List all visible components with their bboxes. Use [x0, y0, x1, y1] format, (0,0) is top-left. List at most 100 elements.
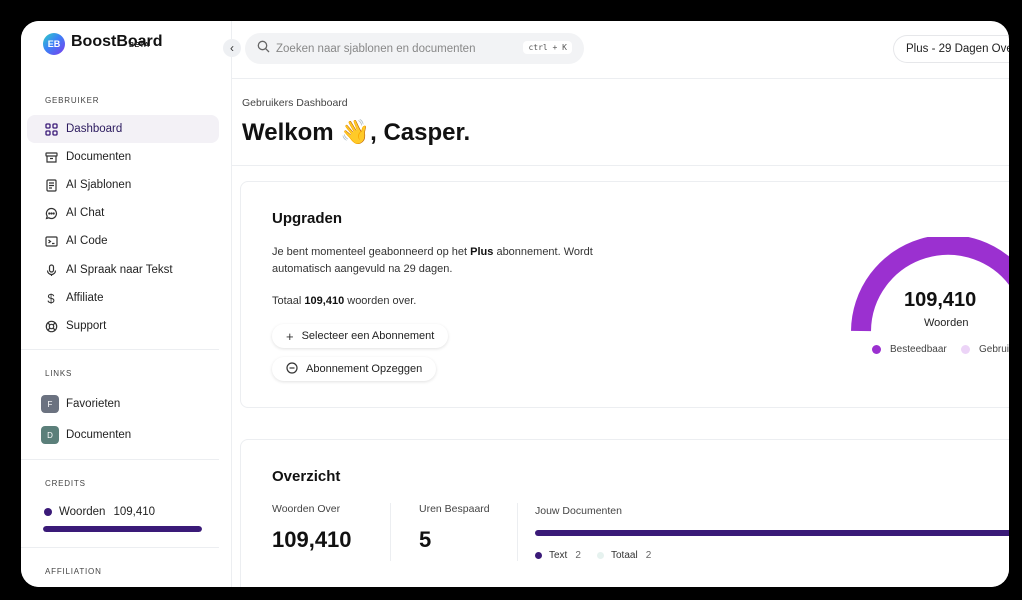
- credits-value: 109,410: [113, 506, 156, 518]
- microphone-icon: [44, 263, 58, 277]
- sidebar-item-label: Affiliate: [66, 292, 104, 304]
- sidebar-item-ai-sjablonen[interactable]: AI Sjablonen: [27, 171, 219, 199]
- sidebar-divider: [21, 547, 219, 548]
- device-frame: EB BoostBoard BETA GEBRUIKER Dashboard D…: [4, 4, 1018, 596]
- sidebar-item-label: AI Spraak naar Tekst: [66, 264, 173, 276]
- documenten-badge: D: [41, 426, 59, 444]
- search-icon: [257, 40, 270, 58]
- sidebar-item-label: Dashboard: [66, 123, 123, 135]
- dollar-icon: $: [47, 290, 55, 306]
- select-subscription-label: Selecteer een Abonnement: [301, 330, 435, 342]
- hours-saved-label: Uren Bespaard: [419, 503, 490, 515]
- cancel-subscription-label: Abonnement Opzeggen: [306, 363, 423, 375]
- legend-text-count: 2: [575, 550, 581, 561]
- app-screen: EB BoostBoard BETA GEBRUIKER Dashboard D…: [21, 21, 1009, 587]
- header-divider: [232, 165, 1009, 166]
- overview-card: Overzicht Woorden Over 109,410 Uren Besp…: [240, 439, 1009, 587]
- legend-spendable: Besteedbaar: [872, 344, 947, 355]
- plan-status-button[interactable]: Plus - 29 Dagen Over: [893, 35, 1009, 63]
- breadcrumb: Gebruikers Dashboard: [242, 97, 348, 109]
- search-bar[interactable]: ctrl + K: [245, 33, 584, 64]
- sidebar-item-label: Support: [66, 320, 107, 332]
- credits-progress-fill: [43, 526, 202, 532]
- collapse-sidebar-button[interactable]: ‹: [223, 39, 241, 57]
- legend-total-count: 2: [645, 550, 652, 561]
- link-label: Favorieten: [66, 398, 121, 410]
- sidebar-item-dashboard[interactable]: Dashboard: [27, 115, 219, 143]
- keyboard-shortcut: ctrl + K: [523, 41, 572, 54]
- sidebar-item-label: AI Code: [66, 235, 108, 247]
- document-icon: [44, 178, 58, 192]
- upgrade-title: Upgraden: [272, 210, 343, 227]
- lifebuoy-icon: [44, 319, 58, 333]
- sidebar: EB BoostBoard BETA GEBRUIKER Dashboard D…: [21, 21, 232, 587]
- credits-label: Woorden: [59, 506, 106, 518]
- total-text-a: Totaal: [272, 295, 305, 307]
- credits-row: Woorden 109,410: [44, 506, 155, 518]
- sidebar-item-affiliate[interactable]: $ Affiliate: [27, 284, 219, 312]
- gauge-label: Woorden: [924, 317, 969, 329]
- sidebar-divider: [21, 459, 219, 460]
- subscription-text-b: abonnement. Wordt: [493, 246, 593, 258]
- credits-dot: [44, 508, 52, 516]
- legend-dot-used: [961, 345, 970, 354]
- select-subscription-button[interactable]: + Selecteer een Abonnement: [272, 324, 449, 348]
- sidebar-item-label: AI Sjablonen: [66, 179, 132, 191]
- legend-total: Totaal 2: [597, 550, 651, 561]
- stat-divider: [390, 503, 391, 561]
- beta-badge: BETA: [129, 42, 150, 49]
- subscription-text-a: Je bent momenteel geabonneerd op het: [272, 246, 471, 258]
- link-favorieten[interactable]: F Favorieten: [41, 395, 120, 413]
- topbar-divider: [232, 78, 1009, 79]
- upgrade-card: Upgraden Je bent momenteel geabonneerd o…: [240, 181, 1009, 408]
- page-title: Welkom 👋, Casper.: [242, 119, 471, 146]
- legend-dot-total: [597, 552, 604, 559]
- total-words-text: Totaal 109,410 woorden over.: [272, 293, 416, 310]
- chat-bubble-icon: [44, 206, 58, 220]
- sidebar-item-support[interactable]: Support: [27, 312, 219, 340]
- sidebar-item-ai-spraak-naar-tekst[interactable]: AI Spraak naar Tekst: [27, 256, 219, 284]
- gauge-value: 109,410: [904, 289, 977, 311]
- sidebar-item-label: AI Chat: [66, 207, 105, 219]
- legend-text-label: Text: [549, 550, 568, 561]
- words-left-value: 109,410: [272, 527, 352, 552]
- documents-bar: [535, 530, 1009, 536]
- legend-dot-text: [535, 552, 542, 559]
- archive-icon: [44, 150, 58, 164]
- section-label-credits: CREDITS: [45, 479, 86, 488]
- stat-divider: [517, 503, 518, 561]
- search-input[interactable]: [276, 42, 516, 55]
- legend-used-label: Gebruikt: [979, 344, 1009, 355]
- legend-dot-spendable: [872, 345, 881, 354]
- logo-icon: EB: [43, 33, 65, 55]
- cancel-subscription-button[interactable]: Abonnement Opzeggen: [272, 357, 437, 381]
- section-label-user: GEBRUIKER: [45, 96, 100, 105]
- legend-used: Gebruikt: [961, 344, 1009, 355]
- overview-title: Overzicht: [272, 468, 341, 485]
- sidebar-divider: [21, 349, 219, 350]
- chevron-left-icon: ‹: [230, 41, 234, 55]
- favorieten-badge: F: [41, 395, 59, 413]
- total-value: 109,410: [304, 295, 345, 307]
- terminal-icon: [44, 234, 58, 248]
- sidebar-item-label: Documenten: [66, 151, 132, 163]
- link-label: Documenten: [66, 429, 132, 441]
- documents-label: Jouw Documenten: [535, 505, 622, 517]
- credits-progress-bar: [43, 526, 202, 532]
- sidebar-item-documenten[interactable]: Documenten: [27, 143, 219, 171]
- subscription-text-c: automatisch aangevuld na 29 dagen.: [272, 263, 453, 275]
- plan-name: Plus: [470, 246, 494, 258]
- minus-circle-icon: [286, 361, 298, 377]
- legend-spendable-label: Besteedbaar: [890, 344, 947, 355]
- section-label-affiliation: AFFILIATION: [45, 567, 102, 576]
- legend-total-label: Totaal: [611, 550, 638, 561]
- sidebar-item-ai-code[interactable]: AI Code: [27, 227, 219, 255]
- sidebar-item-ai-chat[interactable]: AI Chat: [27, 199, 219, 227]
- link-documenten[interactable]: D Documenten: [41, 426, 131, 444]
- section-label-links: LINKS: [45, 369, 73, 378]
- legend-text: Text 2: [535, 550, 581, 561]
- dashboard-grid-icon: [44, 122, 58, 136]
- words-left-label: Woorden Over: [272, 503, 341, 515]
- total-text-b: woorden over.: [344, 295, 417, 307]
- plus-icon: +: [286, 328, 294, 344]
